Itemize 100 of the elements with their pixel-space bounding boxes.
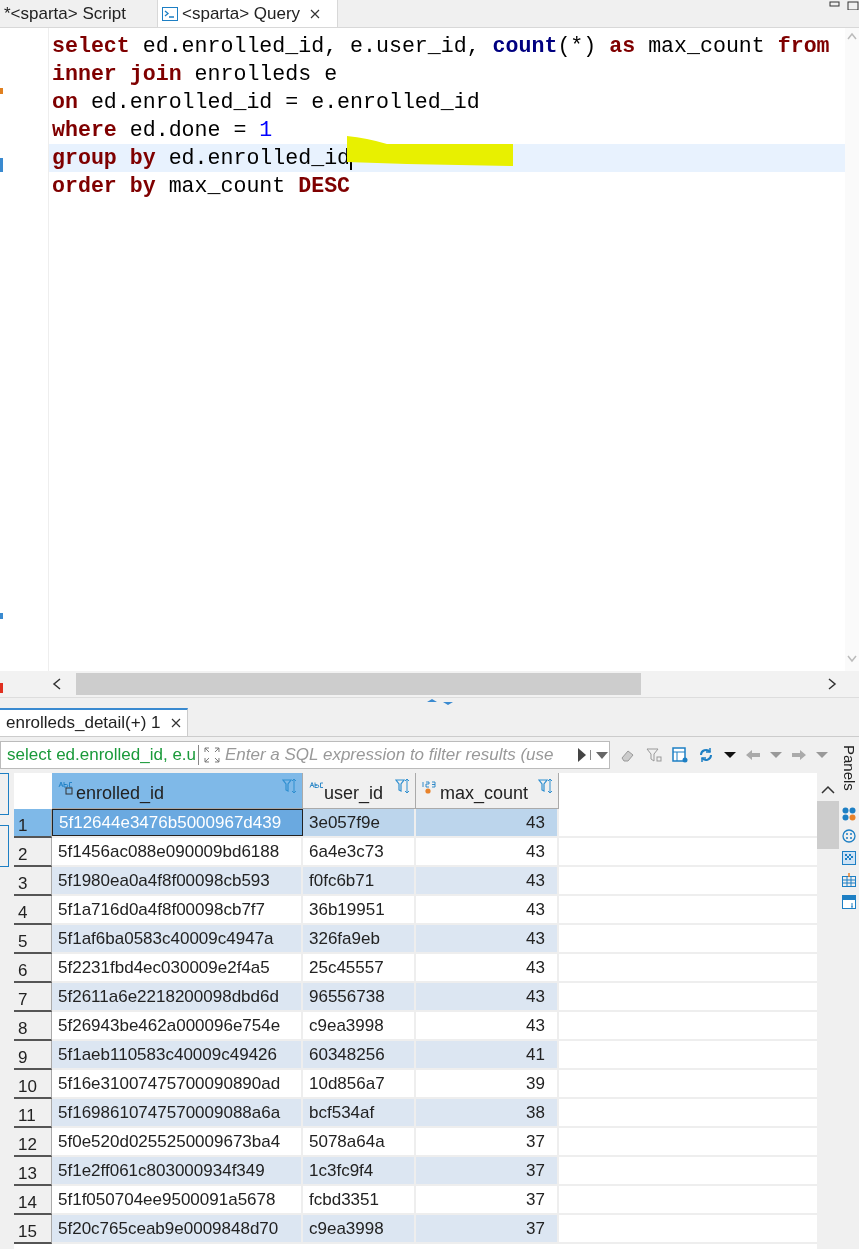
table-cell: 326fa9eb xyxy=(303,925,416,952)
row-number[interactable]: 5 xyxy=(14,925,52,954)
table-cell: c9ea3998 xyxy=(303,1012,416,1039)
filter-icon[interactable] xyxy=(646,747,662,763)
window-controls-icon[interactable] xyxy=(829,0,859,10)
editor-tab[interactable]: <sparta> Query xyxy=(158,0,338,27)
table-cell: 5f1aeb110583c40009c49426 xyxy=(52,1041,303,1068)
scrollbar-thumb[interactable] xyxy=(76,673,641,695)
table-cell: 38 xyxy=(416,1099,559,1126)
row-number[interactable]: 9 xyxy=(14,1041,52,1070)
row-number[interactable]: 10 xyxy=(14,1070,52,1099)
text-type-icon xyxy=(58,781,76,795)
scroll-left-icon[interactable] xyxy=(52,678,62,690)
table-cell: 43 xyxy=(416,896,559,923)
side-toolbar-icon[interactable] xyxy=(0,825,9,867)
table-cell: 39 xyxy=(416,1070,559,1097)
row-number[interactable]: 13 xyxy=(14,1157,52,1186)
row-number[interactable]: 4 xyxy=(14,896,52,925)
table-cell: 5f2231fbd4ec030009e2f4a5 xyxy=(52,954,303,981)
column-header[interactable]: max_count xyxy=(416,773,559,809)
dots-circle-icon[interactable] xyxy=(842,828,856,843)
scrollbar-thumb[interactable] xyxy=(817,801,839,849)
table-cell: 43 xyxy=(416,1012,559,1039)
column-header[interactable]: enrolled_id xyxy=(52,773,303,809)
table-cell: 5f1e2ff061c803000934f349 xyxy=(52,1157,303,1184)
table-cell: 43 xyxy=(416,925,559,952)
table-cell: 41 xyxy=(416,1041,559,1068)
checker-icon[interactable] xyxy=(842,850,856,865)
table-cell: 5f20c765ceab9e0009848d70 xyxy=(52,1215,303,1242)
column-header[interactable]: user_id xyxy=(303,773,416,809)
table-cell: 36b19951 xyxy=(303,896,416,923)
table-cell: 5f1a716d0a4f8f00098cb7f7 xyxy=(52,896,303,923)
text-type-icon xyxy=(309,781,324,789)
table-cell: fcbd3351 xyxy=(303,1186,416,1213)
scroll-right-icon[interactable] xyxy=(827,678,837,690)
dropdown-icon[interactable] xyxy=(724,751,736,759)
grid-icon[interactable] xyxy=(842,806,856,821)
table-cell: 5f26943be462a000096e754e xyxy=(52,1012,303,1039)
table-cell: 25c45557 xyxy=(303,954,416,981)
panels-tab[interactable]: Panels xyxy=(840,745,858,791)
table-cell: 10d856a7 xyxy=(303,1070,416,1097)
results-tab[interactable]: enrolleds_detail(+) 1 xyxy=(0,708,188,736)
close-icon[interactable] xyxy=(310,8,321,19)
table-cell: 43 xyxy=(416,809,559,836)
query-text[interactable]: select ed.enrolled_id, e.u xyxy=(7,745,200,765)
table-cell: 1c3fc9f4 xyxy=(303,1157,416,1184)
table-cell: 37 xyxy=(416,1128,559,1155)
calendar-icon[interactable] xyxy=(842,872,856,887)
filter-sort-icon[interactable] xyxy=(395,778,411,794)
expand-icon[interactable] xyxy=(203,746,221,764)
refresh-icon[interactable] xyxy=(698,747,714,763)
table-cell: 5f16e31007475700090890ad xyxy=(52,1070,303,1097)
row-number[interactable]: 8 xyxy=(14,1012,52,1041)
table-cell: 37 xyxy=(416,1186,559,1213)
row-number[interactable]: 11 xyxy=(14,1099,52,1128)
table-cell: 43 xyxy=(416,867,559,894)
row-number[interactable]: 14 xyxy=(14,1186,52,1215)
table-cell: 60348256 xyxy=(303,1041,416,1068)
row-number[interactable]: 3 xyxy=(14,867,52,896)
code-line: group by ed.enrolled_id xyxy=(52,146,351,170)
code-line: order by max_count DESC xyxy=(52,174,351,198)
table-cell: c9ea3998 xyxy=(303,1215,416,1242)
forward-icon[interactable] xyxy=(792,750,806,760)
table-settings-icon[interactable] xyxy=(672,747,688,763)
table-cell: 3e057f9e xyxy=(303,809,416,836)
close-icon[interactable] xyxy=(170,718,181,728)
table-cell: f0fc6b71 xyxy=(303,867,416,894)
table-cell: 43 xyxy=(416,983,559,1010)
table-cell: 5f1980ea0a4f8f00098cb593 xyxy=(52,867,303,894)
table-cell: 5f1698610747570009088a6a xyxy=(52,1099,303,1126)
table-cell: 5f0e520d0255250009673ba4 xyxy=(52,1128,303,1155)
table-cell: 96556738 xyxy=(303,983,416,1010)
table-cell: 43 xyxy=(416,838,559,865)
filter-field[interactable]: select ed.enrolled_id, e.u Enter a SQL expression to filter results (use xyxy=(0,741,610,769)
row-number[interactable]: 15 xyxy=(14,1215,52,1244)
row-number[interactable]: 12 xyxy=(14,1128,52,1157)
back-icon[interactable] xyxy=(746,750,760,760)
table-cell: 5f1456ac088e090009bd6188 xyxy=(52,838,303,865)
table-cell: 5f1af6ba0583c40009c4947a xyxy=(52,925,303,952)
row-number[interactable]: 7 xyxy=(14,983,52,1012)
code-line: inner join enrolleds e xyxy=(52,62,338,86)
row-number[interactable]: 2 xyxy=(14,838,52,867)
table-cell: 5f12644e3476b5000967d439 xyxy=(52,809,303,836)
table-cell: 43 xyxy=(416,954,559,981)
table-cell: 37 xyxy=(416,1157,559,1184)
row-number[interactable]: 1 xyxy=(14,809,52,838)
table-cell: 5078a64a xyxy=(303,1128,416,1155)
table-cell: bcf534af xyxy=(303,1099,416,1126)
scroll-up-icon[interactable] xyxy=(821,785,835,795)
row-number[interactable]: 6 xyxy=(14,954,52,983)
table-cell: 6a4e3c73 xyxy=(303,838,416,865)
run-icon[interactable] xyxy=(578,748,587,762)
panel-icon[interactable] xyxy=(842,894,856,909)
table-cell: 5f2611a6e2218200098dbd6d xyxy=(52,983,303,1010)
terminal-icon xyxy=(162,6,178,21)
code-line: on ed.enrolled_id = e.enrolled_id xyxy=(52,90,480,114)
filter-sort-icon[interactable] xyxy=(538,778,554,794)
code-line: select ed.enrolled_id, e.user_id, count(*) as max_count from xyxy=(52,34,830,58)
table-cell: 37 xyxy=(416,1215,559,1242)
code-line: where ed.done = 1 xyxy=(52,118,273,142)
